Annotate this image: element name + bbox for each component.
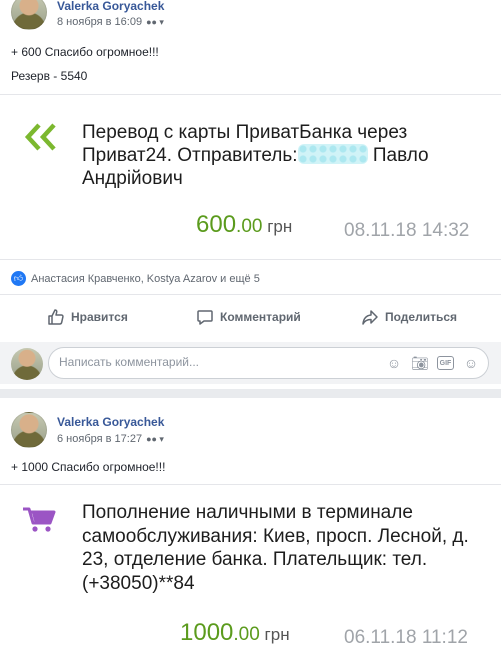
divider: [0, 94, 501, 95]
transaction-amount: 600.00 грн: [196, 211, 292, 239]
author-name[interactable]: Valerka Goryachek: [57, 0, 164, 13]
like-reaction-icon: 👍︎: [11, 271, 26, 286]
shopping-cart-icon: [22, 506, 56, 539]
amount-currency: грн: [259, 625, 290, 644]
reactions-names[interactable]: Анастасия Кравченко, Kostya Azarov и ещё…: [31, 273, 260, 285]
share-button[interactable]: Поделиться: [361, 308, 457, 326]
author-avatar[interactable]: [11, 0, 47, 30]
comment-label: Комментарий: [220, 310, 301, 324]
amount-decimal: .00: [236, 216, 263, 237]
comment-box[interactable]: ☺ 📷︎ GIF ☺: [48, 347, 489, 379]
divider: [0, 294, 501, 295]
amount-currency: грн: [262, 217, 293, 236]
amount-decimal: .00: [233, 624, 260, 645]
post-text-line: + 600 Спасибо огромное!!!: [11, 45, 159, 59]
audience-icon[interactable]: ●● ▾: [146, 434, 164, 445]
transaction-date: 08.11.18 14:32: [344, 220, 470, 241]
like-button[interactable]: Нравится: [47, 308, 128, 326]
like-label: Нравится: [71, 310, 128, 324]
divider: [0, 484, 501, 485]
post-text-line: + 1000 Спасибо огромное!!!: [11, 460, 166, 474]
post-meta: 8 ноября в 16:09 ●● ▾: [57, 16, 164, 28]
divider: [0, 259, 501, 260]
transaction-date: 06.11.18 11:12: [344, 627, 468, 648]
viewer-avatar[interactable]: [11, 348, 43, 380]
post-timestamp[interactable]: 8 ноября в 16:09: [57, 16, 142, 28]
post-actions: Нравится Комментарий Поделиться: [0, 300, 501, 336]
author-avatar[interactable]: [11, 412, 47, 448]
post-timestamp[interactable]: 6 ноября в 17:27: [57, 433, 142, 445]
share-label: Поделиться: [385, 310, 458, 324]
sticker-icon[interactable]: ☺: [462, 354, 480, 372]
camera-icon[interactable]: 📷︎: [411, 354, 429, 372]
comment-button[interactable]: Комментарий: [196, 308, 301, 326]
reactions-summary[interactable]: 👍︎ Анастасия Кравченко, Kostya Azarov и …: [11, 271, 260, 286]
comment-composer: ☺ 📷︎ GIF ☺: [0, 342, 501, 384]
author-name[interactable]: Valerka Goryachek: [57, 415, 164, 429]
transaction-description: Перевод с карты ПриватБанка через Приват…: [82, 121, 462, 190]
double-chevron-left-icon: [24, 122, 58, 157]
post-meta: 6 ноября в 17:27 ●● ▾: [57, 433, 164, 445]
post-1: Valerka Goryachek 8 ноября в 16:09 ●● ▾ …: [0, 0, 501, 389]
gif-icon[interactable]: GIF: [437, 356, 454, 370]
redacted-sender: [297, 144, 368, 164]
post-2: Valerka Goryachek 6 ноября в 17:27 ●● ▾ …: [0, 398, 501, 660]
post-text-line: Резерв - 5540: [11, 69, 88, 83]
comment-icon: [197, 310, 213, 325]
emoji-icon[interactable]: ☺: [385, 354, 403, 372]
thumbs-up-icon: [48, 309, 64, 325]
comment-tools: ☺ 📷︎ GIF ☺: [385, 354, 480, 372]
transaction-amount: 1000.00 грн: [180, 619, 290, 647]
transaction-description: Пополнение наличными в терминале самообс…: [82, 502, 469, 594]
audience-icon[interactable]: ●● ▾: [146, 17, 164, 28]
comment-input[interactable]: [59, 355, 359, 369]
share-icon: [362, 310, 378, 325]
amount-integer: 600: [196, 211, 237, 238]
amount-integer: 1000: [180, 619, 234, 646]
